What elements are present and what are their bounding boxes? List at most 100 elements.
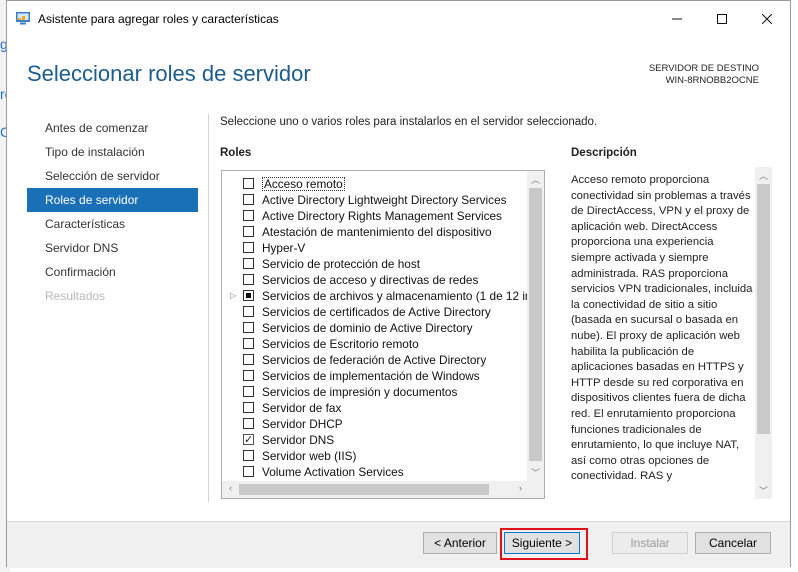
- role-item[interactable]: Servidor DHCP: [222, 416, 530, 432]
- scroll-down-icon[interactable]: ﹀: [527, 466, 544, 479]
- role-item[interactable]: Servicios de federación de Active Direct…: [222, 352, 530, 368]
- role-checkbox[interactable]: [243, 386, 254, 397]
- role-label: Servicios de impresión y documentos: [262, 385, 458, 399]
- role-label: Atestación de mantenimiento del disposit…: [262, 225, 492, 239]
- role-label: Servidor web (IIS): [262, 449, 357, 463]
- role-label: Active Directory Lightweight Directory S…: [262, 193, 507, 207]
- minimize-button[interactable]: [654, 1, 700, 37]
- title-bar: Asistente para agregar roles y caracterí…: [7, 1, 790, 37]
- role-item[interactable]: ▷ Servicios de archivos y almacenamiento …: [222, 288, 530, 304]
- role-item[interactable]: Servicios de certificados de Active Dire…: [222, 304, 530, 320]
- nav-item-caracteristicas[interactable]: Características: [27, 212, 198, 236]
- wizard-navigation: Antes de comenzar Tipo de instalación Se…: [27, 116, 198, 308]
- maximize-icon: [717, 14, 727, 24]
- roles-list: Acceso remoto Active Directory Lightweigh…: [221, 170, 545, 499]
- role-label: Servidor de fax: [262, 401, 342, 415]
- role-item[interactable]: Atestación de mantenimiento del disposit…: [222, 224, 530, 240]
- role-label: Servicios de acceso y directivas de rede…: [262, 273, 479, 287]
- roles-list-items: Acceso remoto Active Directory Lightweigh…: [222, 176, 530, 480]
- role-checkbox[interactable]: [243, 402, 254, 413]
- window-title: Asistente para agregar roles y caracterí…: [38, 12, 279, 26]
- role-item[interactable]: Servicios de dominio de Active Directory: [222, 320, 530, 336]
- role-label: Hyper-V: [262, 241, 306, 255]
- roles-vertical-scrollbar[interactable]: ︿ ﹀: [527, 171, 544, 481]
- role-item[interactable]: Servidor web (IIS): [222, 448, 530, 464]
- install-button: Instalar: [612, 532, 688, 554]
- role-item[interactable]: Acceso remoto: [222, 176, 530, 192]
- role-label: Servicios de implementación de Windows: [262, 369, 480, 383]
- destination-name: WIN-8RNOBB2OCNE: [665, 75, 759, 86]
- role-checkbox[interactable]: [243, 258, 254, 269]
- roles-horizontal-scrollbar[interactable]: ‹ ›: [222, 481, 529, 498]
- wizard-window: Asistente para agregar roles y caracterí…: [6, 0, 791, 568]
- role-item[interactable]: Servicio de protección de host: [222, 256, 530, 272]
- role-item[interactable]: Active Directory Lightweight Directory S…: [222, 192, 530, 208]
- nav-item-servidor-dns[interactable]: Servidor DNS: [27, 236, 198, 260]
- role-label: Servidor DHCP: [262, 417, 343, 431]
- close-button[interactable]: [744, 1, 790, 37]
- destination-server: SERVIDOR DE DESTINO WIN-8RNOBB2OCNE: [649, 63, 759, 87]
- scroll-left-icon[interactable]: ‹: [222, 483, 239, 493]
- nav-item-seleccion-de-servidor[interactable]: Selección de servidor: [27, 164, 198, 188]
- scroll-up-icon[interactable]: ︿: [755, 169, 772, 182]
- role-checkbox[interactable]: [243, 466, 254, 477]
- role-checkbox[interactable]: [243, 338, 254, 349]
- cancel-button[interactable]: Cancelar: [695, 532, 771, 554]
- role-checkbox[interactable]: [243, 306, 254, 317]
- scrollbar-corner: [527, 481, 544, 498]
- role-checkbox[interactable]: [243, 354, 254, 365]
- role-checkbox[interactable]: [243, 178, 254, 189]
- role-item[interactable]: Volume Activation Services: [222, 464, 530, 480]
- nav-item-roles-de-servidor[interactable]: Roles de servidor: [27, 188, 198, 212]
- role-item[interactable]: Servidor de fax: [222, 400, 530, 416]
- role-description: Acceso remoto proporciona conectividad s…: [571, 174, 753, 483]
- role-item[interactable]: Servicios de implementación de Windows: [222, 368, 530, 384]
- role-item[interactable]: Servicios de acceso y directivas de rede…: [222, 272, 530, 288]
- scroll-up-icon[interactable]: ︿: [527, 173, 544, 186]
- nav-item-confirmacion[interactable]: Confirmación: [27, 260, 198, 284]
- roles-hscroll-thumb[interactable]: [239, 484, 489, 495]
- role-label: Volume Activation Services: [262, 465, 404, 479]
- role-item[interactable]: Servicios de impresión y documentos: [222, 384, 530, 400]
- nav-item-tipo-de-instalacion[interactable]: Tipo de instalación: [27, 140, 198, 164]
- page-title: Seleccionar roles de servidor: [27, 61, 311, 86]
- role-checkbox[interactable]: [243, 418, 254, 429]
- minimize-icon: [672, 18, 682, 20]
- server-manager-icon: [16, 12, 30, 25]
- role-checkbox[interactable]: [243, 370, 254, 381]
- role-checkbox[interactable]: [243, 450, 254, 461]
- role-checkbox[interactable]: [243, 290, 254, 301]
- role-item[interactable]: Hyper-V: [222, 240, 530, 256]
- role-checkbox[interactable]: [243, 210, 254, 221]
- previous-button[interactable]: < Anterior: [423, 532, 497, 554]
- role-label: Servidor DNS: [262, 433, 335, 447]
- maximize-button[interactable]: [699, 1, 745, 37]
- description-scrollbar[interactable]: ︿ ﹀: [755, 167, 772, 499]
- role-label: Servicios de Escritorio remoto: [262, 337, 419, 351]
- role-item[interactable]: ✓ Servidor DNS: [222, 432, 530, 448]
- description-scroll-thumb[interactable]: [757, 184, 770, 434]
- roles-scroll-thumb[interactable]: [529, 188, 542, 461]
- expand-arrow-icon[interactable]: ▷: [230, 288, 240, 304]
- role-checkbox[interactable]: ✓: [243, 434, 254, 446]
- role-item[interactable]: Active Directory Rights Management Servi…: [222, 208, 530, 224]
- scroll-down-icon[interactable]: ﹀: [755, 484, 772, 497]
- nav-item-resultados: Resultados: [45, 289, 106, 303]
- role-label: Servicios de dominio de Active Directory: [262, 321, 473, 335]
- role-checkbox[interactable]: [243, 194, 254, 205]
- nav-item-antes-de-comenzar[interactable]: Antes de comenzar: [27, 116, 198, 140]
- role-checkbox[interactable]: [243, 322, 254, 333]
- role-item[interactable]: Servicios de Escritorio remoto: [222, 336, 530, 352]
- role-label: Active Directory Rights Management Servi…: [262, 209, 502, 223]
- close-icon: [762, 14, 772, 24]
- role-label: Servicio de protección de host: [262, 257, 421, 271]
- role-label: Acceso remoto: [262, 177, 345, 191]
- role-checkbox[interactable]: [243, 226, 254, 237]
- next-button[interactable]: Siguiente >: [504, 532, 580, 554]
- checkmark-icon: ✓: [244, 434, 254, 446]
- role-label: Servicios de federación de Active Direct…: [262, 353, 487, 367]
- role-checkbox[interactable]: [243, 274, 254, 285]
- nav-divider: [208, 114, 209, 502]
- description-header: Descripción: [571, 147, 637, 159]
- role-checkbox[interactable]: [243, 242, 254, 253]
